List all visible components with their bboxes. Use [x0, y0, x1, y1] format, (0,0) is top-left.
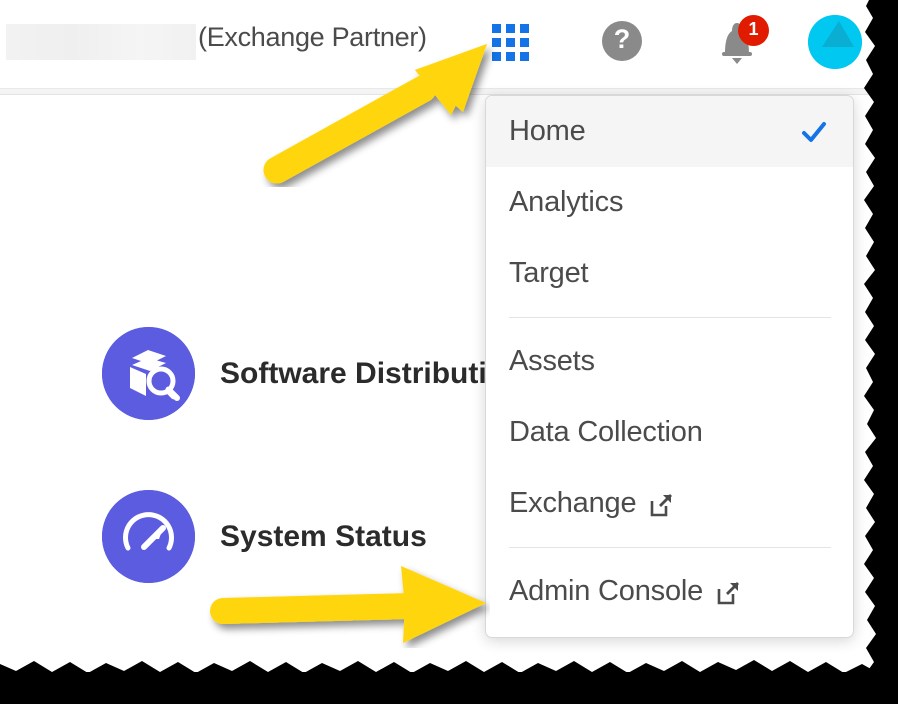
app-grid-dot [520, 38, 529, 47]
package-search-icon [102, 327, 195, 420]
menu-item-analytics[interactable]: Analytics [486, 167, 853, 238]
redacted-account-name [6, 24, 196, 60]
tile-software-distribution[interactable]: Software Distribution [102, 327, 523, 420]
tile-label: Software Distribution [220, 356, 524, 390]
app-grid-dot [492, 38, 501, 47]
menu-separator [509, 317, 831, 318]
menu-item-label: Analytics [509, 186, 624, 218]
gauge-icon [102, 490, 195, 583]
menu-separator [509, 547, 831, 548]
menu-item-label: Target [509, 257, 589, 289]
avatar[interactable] [808, 15, 862, 69]
header-divider [0, 88, 880, 95]
app-grid-dot [492, 24, 501, 33]
external-link-icon [717, 582, 740, 605]
menu-item-target[interactable]: Target [486, 238, 853, 309]
app-grid-dot [506, 52, 515, 61]
gauge-glyph [102, 490, 195, 583]
menu-item-label: Home [509, 115, 586, 147]
menu-item-home[interactable]: Home [486, 96, 853, 167]
app-header: (Exchange Partner) ? 1 [0, 0, 880, 88]
app-grid-dot [506, 38, 515, 47]
tile-system-status[interactable]: System Status [102, 490, 427, 583]
menu-item-label: Assets [509, 345, 595, 377]
notification-badge: 1 [738, 15, 769, 46]
app-grid-dot [520, 24, 529, 33]
menu-item-label: Exchange [509, 487, 637, 519]
checkmark-icon [802, 121, 826, 142]
menu-item-label: Data Collection [509, 416, 703, 448]
menu-item-assets[interactable]: Assets [486, 326, 853, 397]
avatar-glyph [808, 15, 862, 69]
menu-item-data-collection[interactable]: Data Collection [486, 397, 853, 468]
menu-item-exchange[interactable]: Exchange [486, 468, 853, 539]
tile-label: System Status [220, 519, 427, 553]
app-grid-dot [492, 52, 501, 61]
org-label: (Exchange Partner) [198, 22, 427, 52]
app-grid-dot [520, 52, 529, 61]
help-glyph: ? [613, 24, 631, 54]
external-link-icon [651, 494, 673, 517]
app-grid-dot [506, 24, 515, 33]
app-switcher-menu: Home Analytics Target Assets Data Collec… [485, 95, 854, 638]
notification-count: 1 [748, 19, 759, 39]
package-search-glyph [102, 327, 195, 420]
menu-item-admin-console[interactable]: Admin Console [486, 556, 853, 627]
bell-icon[interactable]: 1 [705, 14, 773, 68]
app-grid-icon[interactable] [492, 24, 534, 62]
menu-item-label: Admin Console [509, 575, 704, 607]
screenshot-root: (Exchange Partner) ? 1 Software Distribu… [0, 0, 898, 704]
help-icon[interactable]: ? [602, 21, 642, 61]
